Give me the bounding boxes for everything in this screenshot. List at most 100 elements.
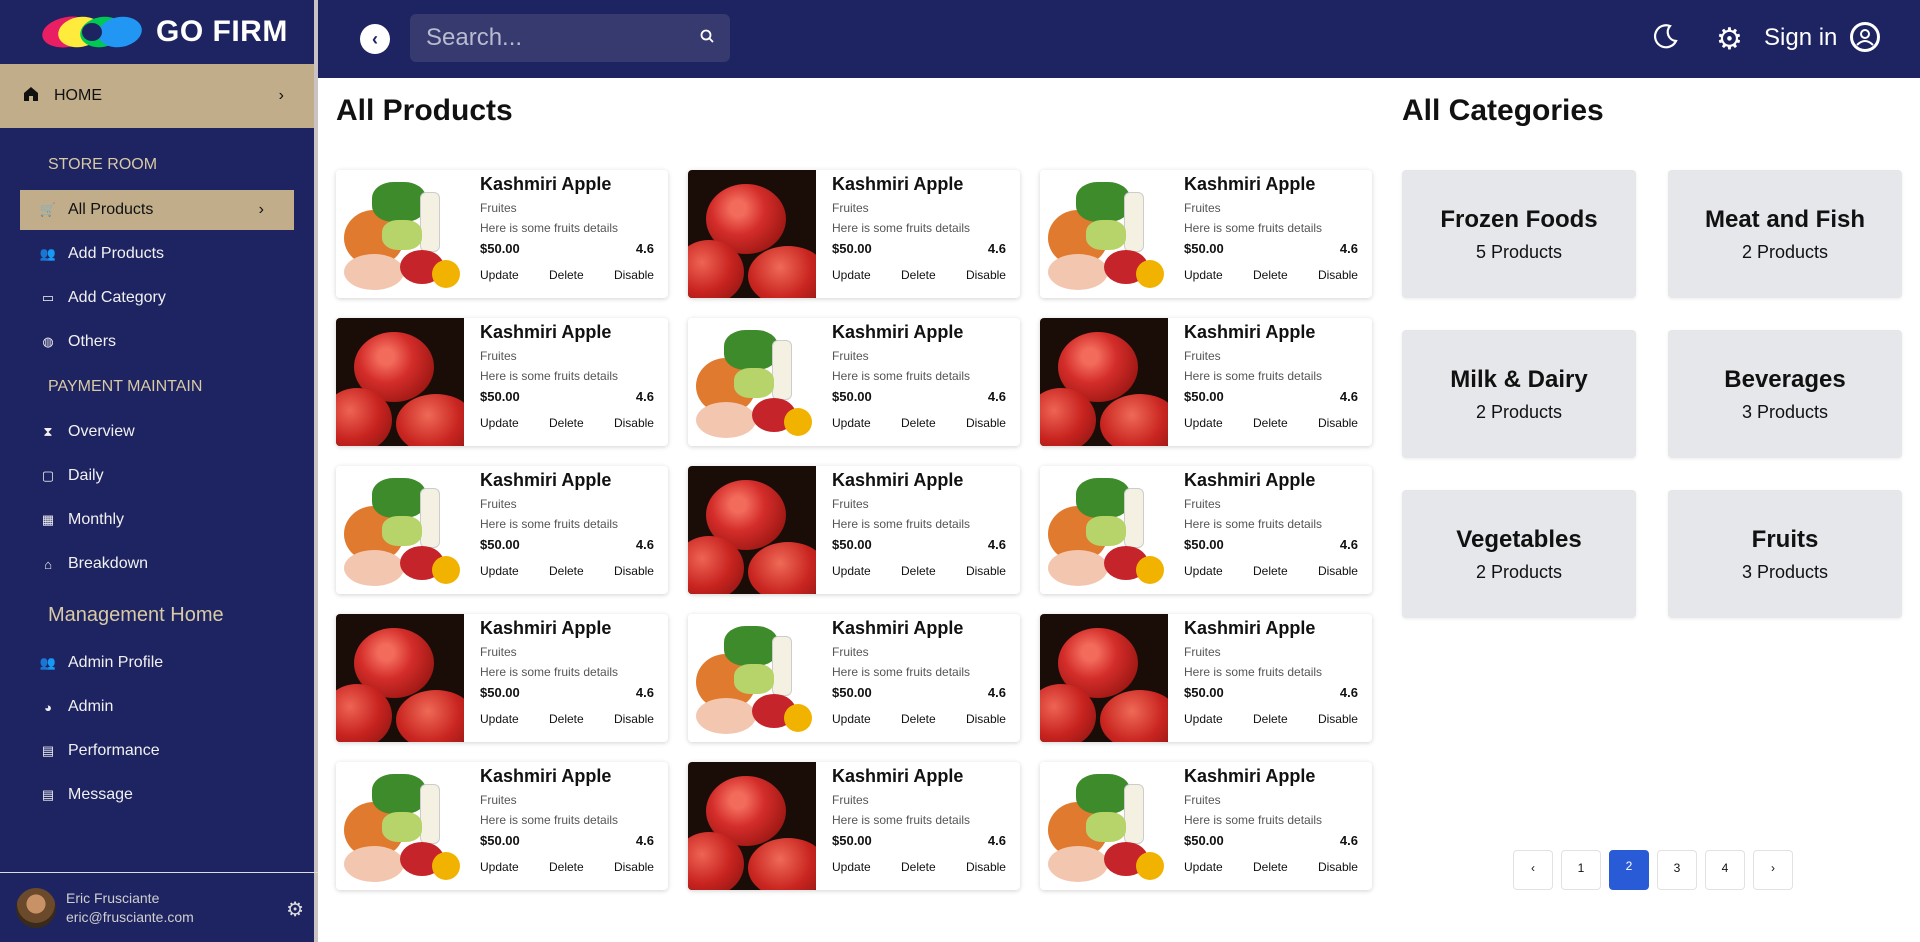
delete-button[interactable]: Delete: [901, 712, 936, 726]
delete-button[interactable]: Delete: [901, 860, 936, 874]
delete-button[interactable]: Delete: [901, 268, 936, 282]
update-button[interactable]: Update: [832, 268, 871, 282]
disable-button[interactable]: Disable: [614, 416, 654, 430]
update-button[interactable]: Update: [480, 268, 519, 282]
sidebar-item-daily[interactable]: ▢ Daily: [0, 456, 314, 496]
product-card[interactable]: Kashmiri Apple Fruites Here is some frui…: [688, 614, 1020, 742]
disable-button[interactable]: Disable: [1318, 712, 1358, 726]
next-page-button[interactable]: ›: [1753, 850, 1793, 890]
product-rating: 4.6: [1339, 685, 1358, 700]
product-card[interactable]: Kashmiri Apple Fruites Here is some frui…: [336, 614, 668, 742]
sidebar-item-admin-profile[interactable]: 👥 Admin Profile: [0, 643, 314, 683]
disable-button[interactable]: Disable: [966, 860, 1006, 874]
sidebar-item-breakdown[interactable]: ⌂ Breakdown: [0, 544, 314, 584]
disable-button[interactable]: Disable: [966, 712, 1006, 726]
delete-button[interactable]: Delete: [549, 712, 584, 726]
page-button[interactable]: 2: [1609, 850, 1649, 890]
product-card[interactable]: Kashmiri Apple Fruites Here is some frui…: [336, 170, 668, 298]
disable-button[interactable]: Disable: [614, 860, 654, 874]
update-button[interactable]: Update: [1184, 268, 1223, 282]
page-button[interactable]: 3: [1657, 850, 1697, 890]
product-card[interactable]: Kashmiri Apple Fruites Here is some frui…: [336, 762, 668, 890]
product-card[interactable]: Kashmiri Apple Fruites Here is some frui…: [688, 170, 1020, 298]
product-card[interactable]: Kashmiri Apple Fruites Here is some frui…: [688, 318, 1020, 446]
sidebar-item-admin[interactable]: ◕ Admin: [0, 687, 314, 727]
search-icon[interactable]: [700, 29, 714, 48]
update-button[interactable]: Update: [480, 564, 519, 578]
category-card[interactable]: Fruits 3 Products: [1668, 490, 1902, 618]
delete-button[interactable]: Delete: [901, 416, 936, 430]
disable-button[interactable]: Disable: [966, 564, 1006, 578]
sidebar-item-message[interactable]: ▤ Message: [0, 775, 314, 815]
category-name: Fruits: [1751, 525, 1819, 553]
disable-button[interactable]: Disable: [1318, 860, 1358, 874]
sidebar-item-performance[interactable]: ▤ Performance: [0, 731, 314, 771]
product-card[interactable]: Kashmiri Apple Fruites Here is some frui…: [1040, 318, 1372, 446]
sidebar-item-overview[interactable]: ⧗ Overview: [0, 412, 314, 452]
update-button[interactable]: Update: [832, 416, 871, 430]
delete-button[interactable]: Delete: [1253, 564, 1288, 578]
settings-icon[interactable]: ⚙: [1716, 22, 1743, 57]
disable-button[interactable]: Disable: [966, 268, 1006, 282]
update-button[interactable]: Update: [480, 416, 519, 430]
delete-button[interactable]: Delete: [549, 564, 584, 578]
category-count: 5 Products: [1475, 241, 1563, 262]
category-card[interactable]: Frozen Foods 5 Products: [1402, 170, 1636, 298]
dark-mode-icon[interactable]: [1652, 22, 1680, 57]
disable-button[interactable]: Disable: [966, 416, 1006, 430]
delete-button[interactable]: Delete: [549, 416, 584, 430]
page-button[interactable]: 1: [1561, 850, 1601, 890]
disable-button[interactable]: Disable: [614, 564, 654, 578]
product-card[interactable]: Kashmiri Apple Fruites Here is some frui…: [336, 466, 668, 594]
search-input[interactable]: [426, 24, 686, 52]
category-card[interactable]: Beverages 3 Products: [1668, 330, 1902, 458]
back-button[interactable]: ‹: [360, 24, 390, 54]
product-card[interactable]: Kashmiri Apple Fruites Here is some frui…: [1040, 614, 1372, 742]
sidebar-item-add-category[interactable]: ▭ Add Category: [0, 278, 314, 318]
product-card[interactable]: Kashmiri Apple Fruites Here is some frui…: [1040, 762, 1372, 890]
delete-button[interactable]: Delete: [549, 268, 584, 282]
sidebar-item-others[interactable]: ◍ Others: [0, 322, 314, 362]
category-card[interactable]: Meat and Fish 2 Products: [1668, 170, 1902, 298]
page-button[interactable]: 4: [1705, 850, 1745, 890]
product-card[interactable]: Kashmiri Apple Fruites Here is some frui…: [336, 318, 668, 446]
disable-button[interactable]: Disable: [614, 268, 654, 282]
update-button[interactable]: Update: [832, 860, 871, 874]
sign-in-link[interactable]: Sign in: [1764, 24, 1837, 52]
category-card[interactable]: Milk & Dairy 2 Products: [1402, 330, 1636, 458]
update-button[interactable]: Update: [1184, 564, 1223, 578]
sidebar-item-all-products[interactable]: 🛒 All Products ›: [20, 190, 294, 230]
delete-button[interactable]: Delete: [1253, 416, 1288, 430]
update-button[interactable]: Update: [1184, 860, 1223, 874]
calendar-icon: ▢: [41, 468, 55, 483]
delete-button[interactable]: Delete: [1253, 860, 1288, 874]
sidebar-item-add-products[interactable]: 👥 Add Products: [0, 234, 314, 274]
sidebar-item-monthly[interactable]: ▦ Monthly: [0, 500, 314, 540]
user-profile-bar[interactable]: Eric Frusciante eric@frusciante.com ⚙: [0, 872, 318, 942]
update-button[interactable]: Update: [480, 860, 519, 874]
delete-button[interactable]: Delete: [1253, 268, 1288, 282]
update-button[interactable]: Update: [1184, 712, 1223, 726]
delete-button[interactable]: Delete: [1253, 712, 1288, 726]
product-card[interactable]: Kashmiri Apple Fruites Here is some frui…: [1040, 170, 1372, 298]
delete-button[interactable]: Delete: [549, 860, 584, 874]
delete-button[interactable]: Delete: [901, 564, 936, 578]
product-card[interactable]: Kashmiri Apple Fruites Here is some frui…: [688, 762, 1020, 890]
category-card[interactable]: Vegetables 2 Products: [1402, 490, 1636, 618]
sidebar-item-home[interactable]: HOME ›: [0, 64, 314, 128]
update-button[interactable]: Update: [832, 712, 871, 726]
prev-page-button[interactable]: ‹: [1513, 850, 1553, 890]
update-button[interactable]: Update: [1184, 416, 1223, 430]
disable-button[interactable]: Disable: [1318, 268, 1358, 282]
disable-button[interactable]: Disable: [1318, 564, 1358, 578]
disable-button[interactable]: Disable: [614, 712, 654, 726]
settings-icon[interactable]: ⚙: [286, 897, 304, 922]
brand[interactable]: GO FIRM: [0, 0, 314, 64]
product-card[interactable]: Kashmiri Apple Fruites Here is some frui…: [688, 466, 1020, 594]
update-button[interactable]: Update: [832, 564, 871, 578]
user-circle-icon[interactable]: [1850, 22, 1880, 52]
update-button[interactable]: Update: [480, 712, 519, 726]
product-category: Fruites: [1184, 497, 1221, 511]
disable-button[interactable]: Disable: [1318, 416, 1358, 430]
product-card[interactable]: Kashmiri Apple Fruites Here is some frui…: [1040, 466, 1372, 594]
